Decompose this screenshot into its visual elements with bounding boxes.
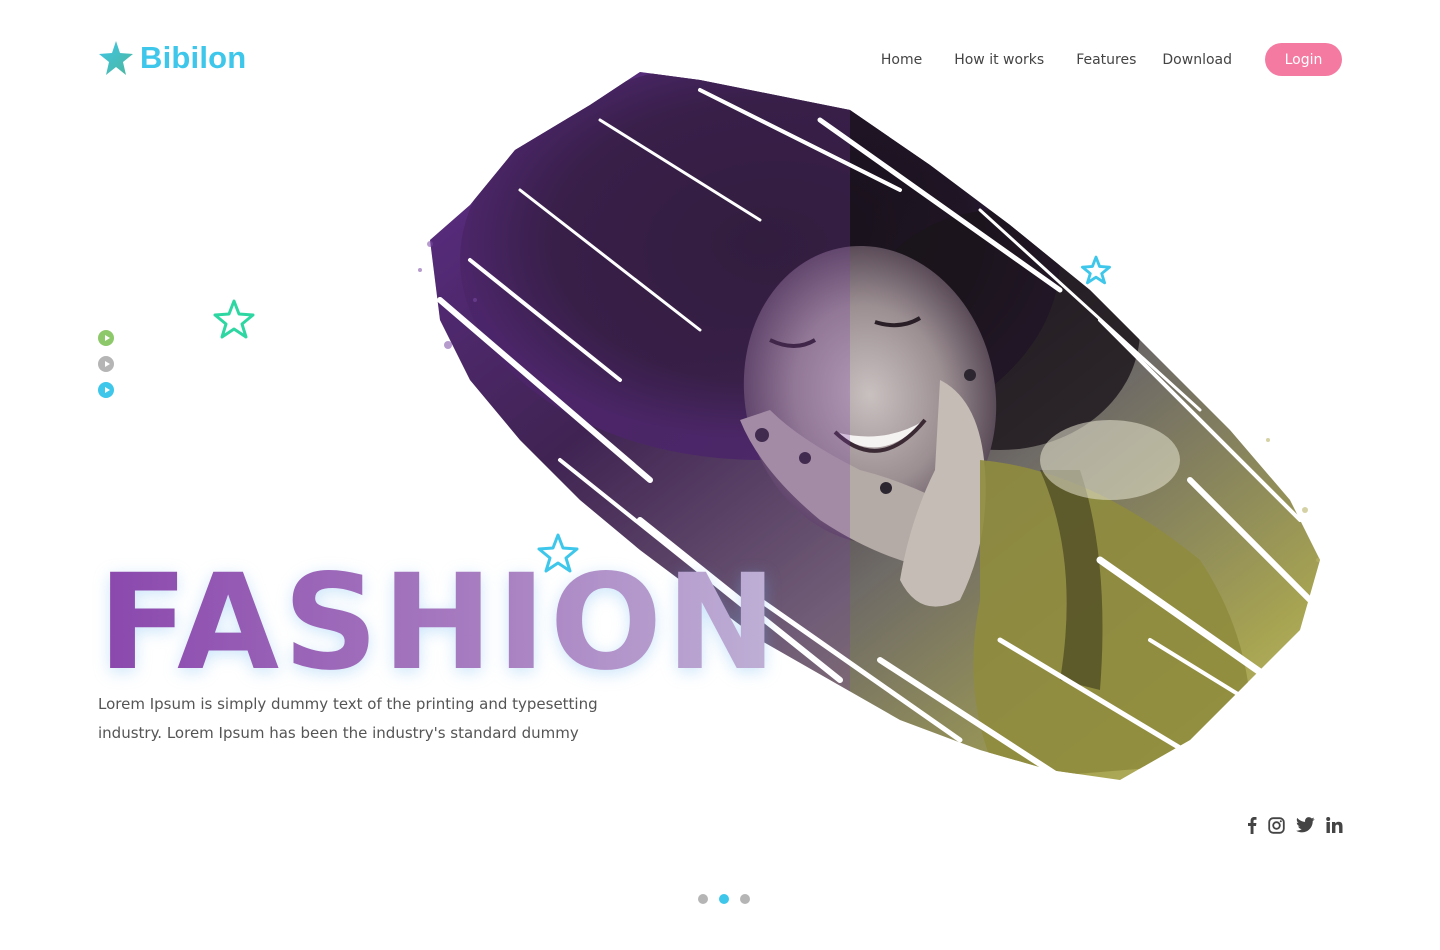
- top-nav: Home How it works Features Download Logi…: [881, 43, 1342, 76]
- play-icon: [104, 335, 110, 341]
- social-links: [1247, 816, 1343, 834]
- side-control-3[interactable]: [98, 382, 114, 398]
- play-icon: [104, 361, 110, 367]
- pager-dot-2[interactable]: [719, 894, 729, 904]
- brand-name: Bibilon: [140, 40, 247, 75]
- pager-dot-1[interactable]: [698, 894, 708, 904]
- linkedin-icon[interactable]: [1326, 817, 1343, 833]
- landing-page: Bibilon Home How it works Features Downl…: [0, 0, 1440, 950]
- nav-features-link[interactable]: Features: [1076, 52, 1136, 68]
- hero-image: [418, 72, 1320, 793]
- hero-description: Lorem Ipsum is simply dummy text of the …: [98, 695, 598, 742]
- nav-home-link[interactable]: Home: [881, 52, 922, 68]
- star-logo-icon: [99, 41, 133, 75]
- side-control-2[interactable]: [98, 356, 114, 372]
- star-outline-icon: [213, 299, 255, 339]
- brand-logo[interactable]: Bibilon: [98, 40, 246, 76]
- facebook-icon[interactable]: [1247, 816, 1257, 834]
- pager-dot-3[interactable]: [740, 894, 750, 904]
- slider-pagination: [698, 894, 750, 904]
- twitter-icon[interactable]: [1296, 817, 1315, 833]
- nav-how-it-works-link[interactable]: How it works: [954, 52, 1044, 68]
- login-button[interactable]: Login: [1265, 43, 1342, 76]
- play-icon: [104, 387, 110, 393]
- nav-download-link[interactable]: Download: [1162, 52, 1232, 68]
- star-outline-icon: [1081, 255, 1111, 285]
- side-controls: [98, 330, 114, 398]
- hero-title: FASHION: [98, 546, 781, 700]
- instagram-icon[interactable]: [1268, 816, 1285, 834]
- side-control-1[interactable]: [98, 330, 114, 346]
